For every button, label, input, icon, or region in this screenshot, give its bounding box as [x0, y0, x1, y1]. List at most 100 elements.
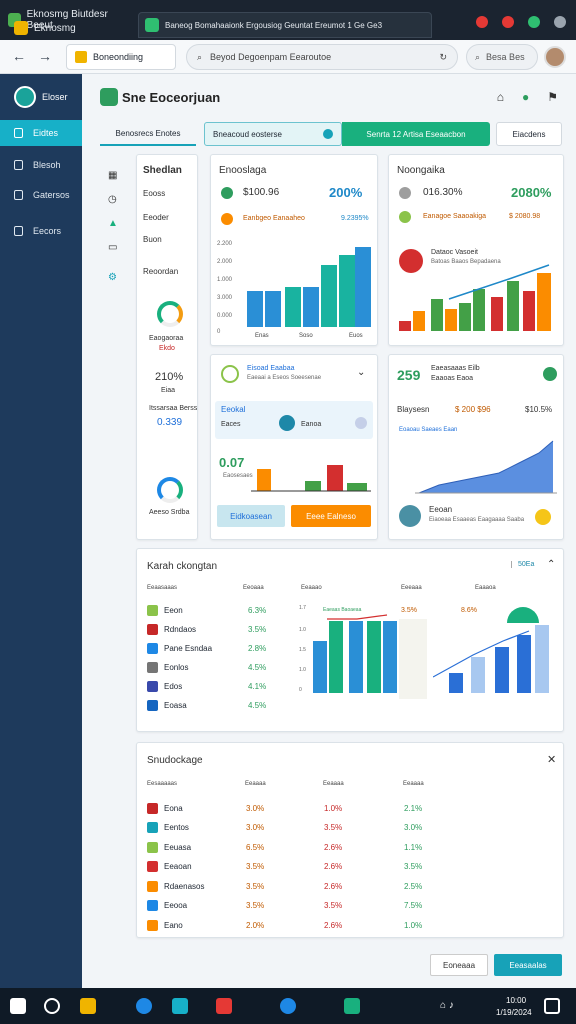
- app-icon[interactable]: [280, 998, 296, 1014]
- card-change: 200%: [329, 185, 363, 200]
- sidebar-item-2[interactable]: Blesoh: [0, 152, 82, 178]
- home-icon[interactable]: ⌂: [497, 90, 504, 104]
- extension-icon[interactable]: [502, 16, 514, 28]
- table-row[interactable]: Pane Esndaa 2.8%: [147, 639, 287, 657]
- sidebar-item-3[interactable]: Gatersos: [0, 182, 82, 208]
- tab-active[interactable]: Senrta 12 Artisa Eseaacbon: [342, 122, 490, 146]
- row-name: Pane Esndaa: [164, 643, 213, 653]
- notification-icon[interactable]: [544, 998, 560, 1014]
- doc-icon: [14, 160, 23, 170]
- active-tab[interactable]: Baneog Bomahaaionk Ergousiog Geuntat Ere…: [138, 12, 432, 38]
- tools-icon[interactable]: ⚙: [108, 266, 118, 290]
- chevron-up-icon[interactable]: ⌃: [547, 559, 555, 570]
- bar: [247, 291, 263, 327]
- row-cell: 1.0%: [404, 920, 423, 930]
- start-icon[interactable]: [10, 998, 26, 1014]
- metric-big: 259: [397, 367, 421, 383]
- table-row[interactable]: Eona 3.0% 1.0% 2.1%: [147, 799, 553, 817]
- table-row[interactable]: Eano 2.0% 2.6% 1.0%: [147, 916, 553, 934]
- svg-text:1.0: 1.0: [299, 667, 306, 673]
- row-cell: 1.1%: [404, 842, 423, 852]
- url-field[interactable]: ⌕ Beyod Degoenpam Eearoutoe ↻: [186, 44, 458, 70]
- primary-button[interactable]: Eeasaalas: [494, 954, 562, 976]
- row-pct: $10.5%: [525, 405, 553, 414]
- svg-text:3.000: 3.000: [217, 295, 233, 301]
- back-icon[interactable]: ←: [12, 48, 26, 64]
- row-color-icon: [147, 661, 158, 673]
- profile-icon[interactable]: [554, 16, 566, 28]
- button-label: Eidkoasean: [230, 511, 272, 521]
- url-tab[interactable]: Boneondiing: [66, 44, 176, 70]
- browser-search[interactable]: ⌕ Besa Bes: [466, 44, 538, 70]
- tab-secondary[interactable]: Eknosmg: [8, 20, 82, 36]
- table-row[interactable]: Eeooa 3.5% 3.5% 7.5%: [147, 897, 553, 915]
- tab-search[interactable]: Bneacoud eosterse: [204, 122, 342, 146]
- app-icon[interactable]: [172, 998, 188, 1014]
- go-icon[interactable]: [323, 129, 333, 139]
- forward-icon[interactable]: →: [38, 48, 52, 64]
- panel-item[interactable]: Eooss: [143, 189, 165, 198]
- network-icon[interactable]: ⌂ ♪: [440, 1000, 454, 1011]
- panel-item[interactable]: Buon: [143, 235, 162, 244]
- search-icon[interactable]: [44, 998, 60, 1014]
- panel-item[interactable]: Eeoder: [143, 213, 169, 222]
- tab-extra[interactable]: Eiacdens: [496, 122, 562, 146]
- table-row[interactable]: Eeuasa 6.5% 2.6% 1.1%: [147, 838, 553, 856]
- table-row[interactable]: Rdaenasos 3.5% 2.6% 2.5%: [147, 877, 553, 895]
- svg-text:Enas: Enas: [255, 333, 269, 339]
- table-row[interactable]: Eeaoan 3.5% 2.6% 3.5%: [147, 858, 553, 876]
- toggle-icon[interactable]: [279, 415, 295, 431]
- pct-value: 210%: [155, 371, 184, 383]
- sidebar-item-label: Eecors: [33, 226, 62, 236]
- primary-button[interactable]: Eeee Ealneso: [291, 505, 371, 527]
- svg-text:2.200: 2.200: [217, 241, 233, 247]
- extension-icon[interactable]: [476, 16, 488, 28]
- card-title: Enooslaga: [219, 165, 267, 176]
- option-a[interactable]: Eaces: [221, 421, 240, 428]
- notification-icon[interactable]: ⚑: [547, 90, 558, 104]
- row-cell: 2.6%: [324, 842, 343, 852]
- table-row[interactable]: Eonlos 4.5%: [147, 658, 287, 676]
- browser-icon[interactable]: [136, 998, 152, 1014]
- header-cell: Eeeaaa: [401, 585, 422, 591]
- table-row[interactable]: Eeon 6.3%: [147, 601, 287, 619]
- option-b[interactable]: Eanoa: [301, 421, 321, 428]
- info-icon[interactable]: [355, 417, 367, 429]
- row-color-icon: [147, 900, 158, 911]
- table-row[interactable]: Eoasa 4.5%: [147, 696, 287, 714]
- tab-overview[interactable]: Benosrecs Enotes: [100, 122, 196, 146]
- app-icon[interactable]: [344, 998, 360, 1014]
- table-header: Eesaaaaas Eeaaaa Eeaaaa Eeaaaa: [147, 781, 547, 787]
- status-icon[interactable]: ●: [522, 90, 529, 104]
- chart-icon[interactable]: ▲: [108, 212, 118, 236]
- ring-sub: Ekdo: [159, 345, 175, 352]
- taskbar: ⌂ ♪ 10:00 1/19/2024: [0, 988, 576, 1024]
- bar: [327, 465, 343, 491]
- reload-icon[interactable]: ↻: [439, 52, 447, 63]
- header-cell: Eesaaaaas: [147, 781, 178, 787]
- sidebar-item-4[interactable]: Eecors: [0, 218, 82, 244]
- header-cell: Eeoaaa: [243, 585, 264, 591]
- row-value: 9.2395%: [341, 215, 369, 222]
- sidebar-item-1[interactable]: Eidtes: [0, 120, 82, 146]
- bar: [303, 287, 319, 327]
- chevron-down-icon[interactable]: ⌄: [357, 367, 365, 378]
- bar: [449, 673, 463, 693]
- table-row[interactable]: Edos 4.1%: [147, 677, 287, 695]
- grid-icon[interactable]: ▦: [108, 164, 118, 188]
- table-row[interactable]: Rdndaos 3.5%: [147, 620, 287, 638]
- app-icon[interactable]: [216, 998, 232, 1014]
- avatar[interactable]: [544, 46, 566, 68]
- table-row[interactable]: Eentos 3.0% 3.5% 3.0%: [147, 819, 553, 837]
- card-area-chart: 259 Eaeasaaas Eilb Eaaoas Eaoa Blaysesn …: [388, 354, 564, 540]
- secondary-button[interactable]: Eidkoasean: [217, 505, 285, 527]
- secondary-button[interactable]: Eoneaaa: [430, 954, 488, 976]
- folder-icon[interactable]: [80, 998, 96, 1014]
- extension-icon[interactable]: [528, 16, 540, 28]
- chart-pct: 3.5%: [401, 607, 417, 614]
- row-cell: 3.0%: [246, 803, 265, 813]
- row-cell: 2.1%: [404, 803, 423, 813]
- clock-icon[interactable]: ◷: [108, 188, 118, 212]
- close-icon[interactable]: ✕: [547, 753, 556, 766]
- screen-icon[interactable]: ▭: [108, 236, 118, 260]
